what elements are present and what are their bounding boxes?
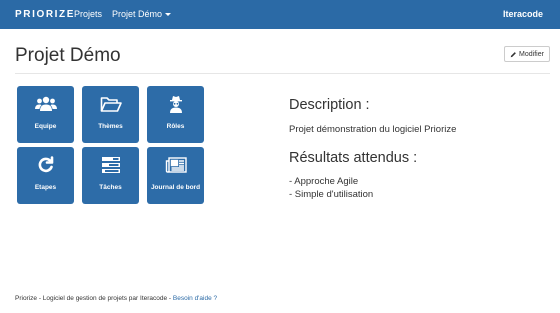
- nav-link-projets[interactable]: Projets: [74, 9, 102, 19]
- caret-down-icon: [165, 13, 172, 17]
- description-heading: Description :: [289, 97, 370, 113]
- tile-label: Etapes: [34, 184, 57, 191]
- results-list: - Approche Agile - Simple d'utilisation: [289, 176, 373, 201]
- refresh-icon: [35, 156, 57, 174]
- user-secret-icon: [165, 95, 187, 113]
- results-heading: Résultats attendus :: [289, 150, 418, 166]
- edit-button[interactable]: Modifier: [504, 46, 550, 62]
- tile-themes[interactable]: Thèmes: [82, 86, 139, 143]
- pencil-icon: [510, 51, 516, 57]
- newspaper-icon: [165, 156, 187, 174]
- nav-dropdown-projet-demo[interactable]: Projet Démo: [112, 9, 172, 19]
- tile-label: Equipe: [34, 123, 57, 130]
- tile-equipe[interactable]: Equipe: [17, 86, 74, 143]
- nav-dropdown-label: Projet Démo: [112, 9, 163, 19]
- tile-label: Tâches: [99, 184, 122, 191]
- tile-journal-de-bord[interactable]: Journal de bord: [147, 147, 204, 204]
- users-icon: [34, 95, 57, 113]
- help-link[interactable]: Besoin d'aide ?: [173, 295, 217, 302]
- folder-open-icon: [100, 95, 122, 113]
- tile-taches[interactable]: Tâches: [82, 147, 139, 204]
- description-text: Projet démonstration du logiciel Prioriz…: [289, 124, 457, 135]
- list-item: - Approche Agile: [289, 176, 359, 187]
- nav-user-menu[interactable]: Iteracode: [503, 9, 543, 19]
- tasks-icon: [100, 156, 122, 174]
- edit-button-label: Modifier: [519, 50, 544, 58]
- brand-logo[interactable]: PRIORIZE: [15, 9, 75, 20]
- footer: Priorize - Logiciel de gestion de projet…: [15, 295, 217, 302]
- list-item: - Simple d'utilisation: [289, 188, 374, 200]
- footer-text: Priorize - Logiciel de gestion de projet…: [15, 295, 173, 302]
- tile-label: Rôles: [166, 123, 185, 130]
- page-title: Projet Démo: [15, 45, 121, 66]
- tile-etapes[interactable]: Etapes: [17, 147, 74, 204]
- header-divider: [15, 73, 550, 74]
- top-navbar: PRIORIZE Projets Projet Démo Iteracode: [0, 0, 560, 29]
- tile-label: Thèmes: [98, 123, 123, 130]
- tile-roles[interactable]: Rôles: [147, 86, 204, 143]
- tile-label: Journal de bord: [150, 184, 201, 191]
